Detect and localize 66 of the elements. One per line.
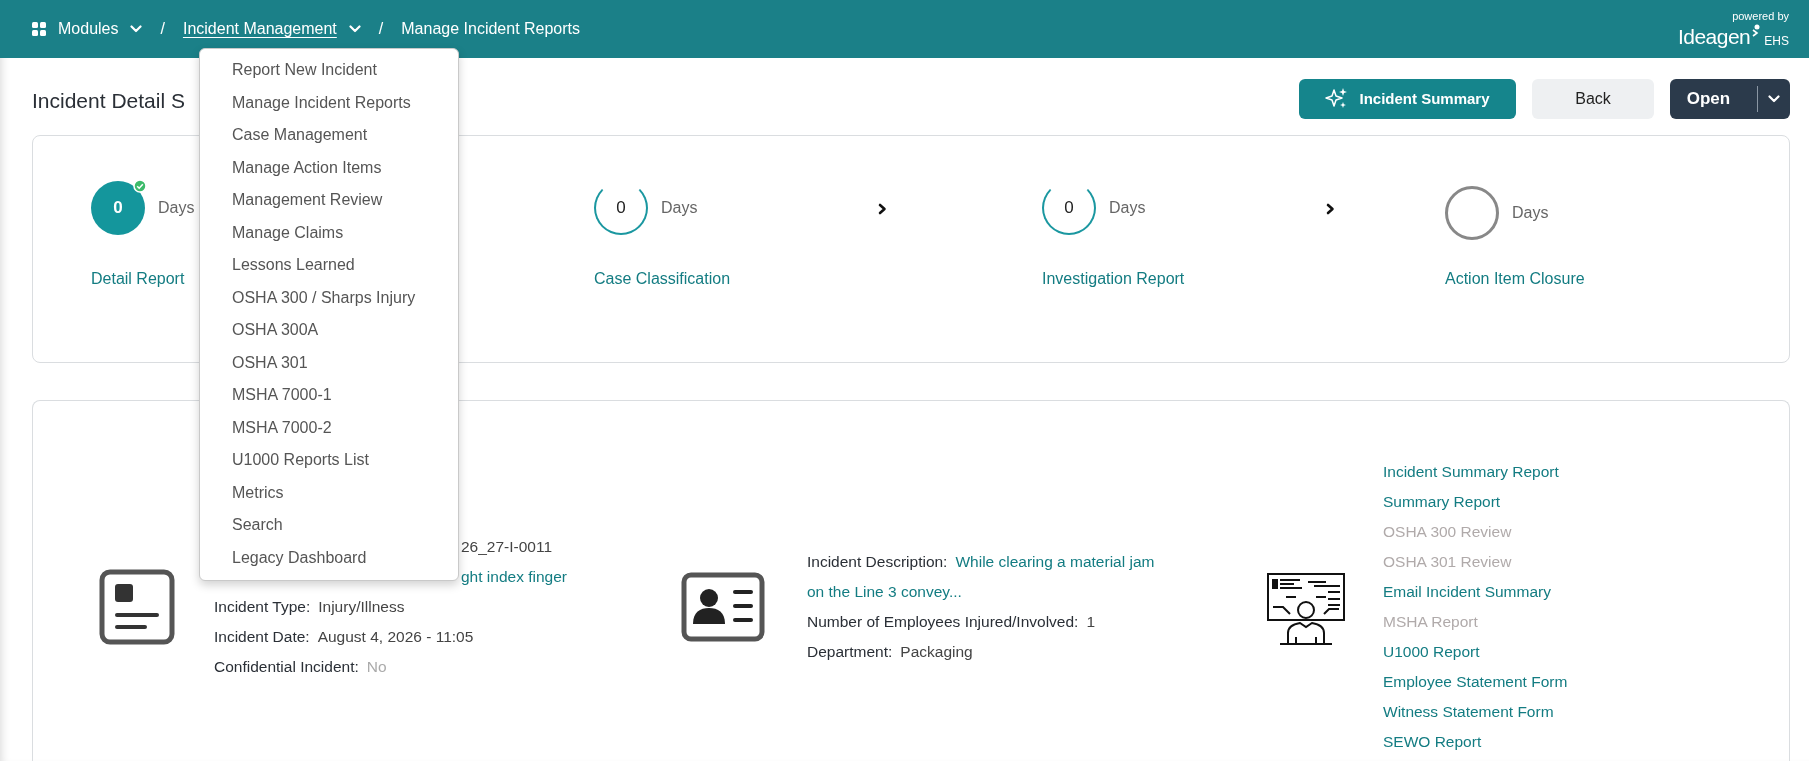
field-value: on the Line 3 convey... — [807, 582, 962, 602]
menu-item[interactable]: Metrics — [200, 476, 458, 509]
field-label: Incident Date: — [214, 628, 310, 645]
stage-link[interactable]: Detail Report — [91, 270, 185, 288]
menu-item[interactable]: MSHA 7000-1 — [200, 379, 458, 412]
day-counter: 0 — [91, 181, 145, 235]
field-label: Incident Description: — [807, 553, 948, 570]
field-label: Incident Type: — [214, 598, 311, 615]
id-card-icon — [681, 572, 765, 642]
report-link[interactable]: Witness Statement Form — [1383, 697, 1568, 727]
chevron-down-icon[interactable] — [1768, 94, 1780, 103]
breadcrumb-link[interactable]: Manage Incident Reports — [401, 20, 581, 38]
powered-by-text: powered by — [1732, 11, 1789, 22]
logo-mark-icon — [1752, 24, 1761, 38]
breadcrumb-separator: / — [160, 20, 165, 38]
grid-icon — [32, 22, 46, 36]
product-suffix: EHS — [1764, 35, 1789, 47]
field-label: Department: — [807, 643, 893, 660]
brand-name: Ideagen — [1677, 26, 1751, 47]
open-split-button[interactable]: Open — [1670, 78, 1790, 119]
menu-item[interactable]: Case Management — [200, 119, 458, 152]
empty-ring — [1445, 186, 1499, 240]
menu-item[interactable]: Management Review — [200, 184, 458, 217]
menu-item[interactable]: Manage Incident Reports — [200, 86, 458, 119]
field-value: Injury/Illness — [318, 598, 405, 615]
breadcrumb-link[interactable]: Modules — [32, 20, 143, 38]
menu-item[interactable]: Search — [200, 509, 458, 542]
field-value: No — [366, 658, 387, 675]
menu-item[interactable]: OSHA 300A — [200, 314, 458, 347]
report-link[interactable]: U1000 Report — [1383, 637, 1568, 667]
field-label: Number of Employees Injured/Involved: — [807, 613, 1079, 630]
stage-link[interactable]: Action Item Closure — [1445, 270, 1585, 288]
menu-item[interactable]: Manage Claims — [200, 216, 458, 249]
menu-item[interactable]: Legacy Dashboard — [200, 541, 458, 574]
report-link[interactable]: SEWO Report — [1383, 727, 1568, 757]
days-label: Days — [158, 199, 195, 217]
days-label: Days — [1512, 204, 1549, 222]
menu-item[interactable]: OSHA 301 — [200, 346, 458, 379]
stage-link[interactable]: Investigation Report — [1042, 270, 1185, 288]
field-value: 26_27-I-0011 — [461, 537, 553, 557]
menu-item[interactable]: OSHA 300 / Sharps Injury — [200, 281, 458, 314]
summary-button[interactable]: Incident Summary — [1299, 78, 1516, 119]
menu-item[interactable]: MSHA 7000-2 — [200, 411, 458, 444]
stage-link[interactable]: Case Classification — [594, 270, 731, 288]
page-title: Incident Detail S — [32, 88, 185, 113]
document-icon — [99, 569, 175, 645]
days-label: Days — [661, 199, 698, 217]
field-value: While clearing a material jam — [955, 553, 1155, 570]
menu-item[interactable]: Manage Action Items — [200, 151, 458, 184]
field-value: August 4, 2026 - 11:05 — [317, 628, 474, 645]
back-button[interactable]: Back — [1532, 78, 1654, 119]
report-link[interactable]: Employee Statement Form — [1383, 667, 1568, 697]
field-label: Confidential Incident: — [214, 658, 359, 675]
menu-item[interactable]: U1000 Reports List — [200, 444, 458, 477]
menu-item[interactable]: Report New Incident — [200, 54, 458, 87]
field-value: 1 — [1086, 613, 1095, 630]
field-value: Packaging — [900, 643, 973, 660]
report-link[interactable]: Summary Report — [1383, 487, 1568, 517]
breadcrumb-separator: / — [378, 20, 384, 38]
menu-item[interactable]: Lessons Learned — [200, 249, 458, 282]
breadcrumb-link[interactable]: Incident Management — [182, 20, 361, 38]
field-value: ght index finger — [461, 567, 567, 587]
report-link[interactable]: Incident Summary Report — [1383, 457, 1568, 487]
check-badge-icon — [133, 179, 147, 193]
days-label: Days — [1109, 199, 1146, 217]
report-link[interactable]: Email Incident Summary — [1383, 577, 1568, 607]
